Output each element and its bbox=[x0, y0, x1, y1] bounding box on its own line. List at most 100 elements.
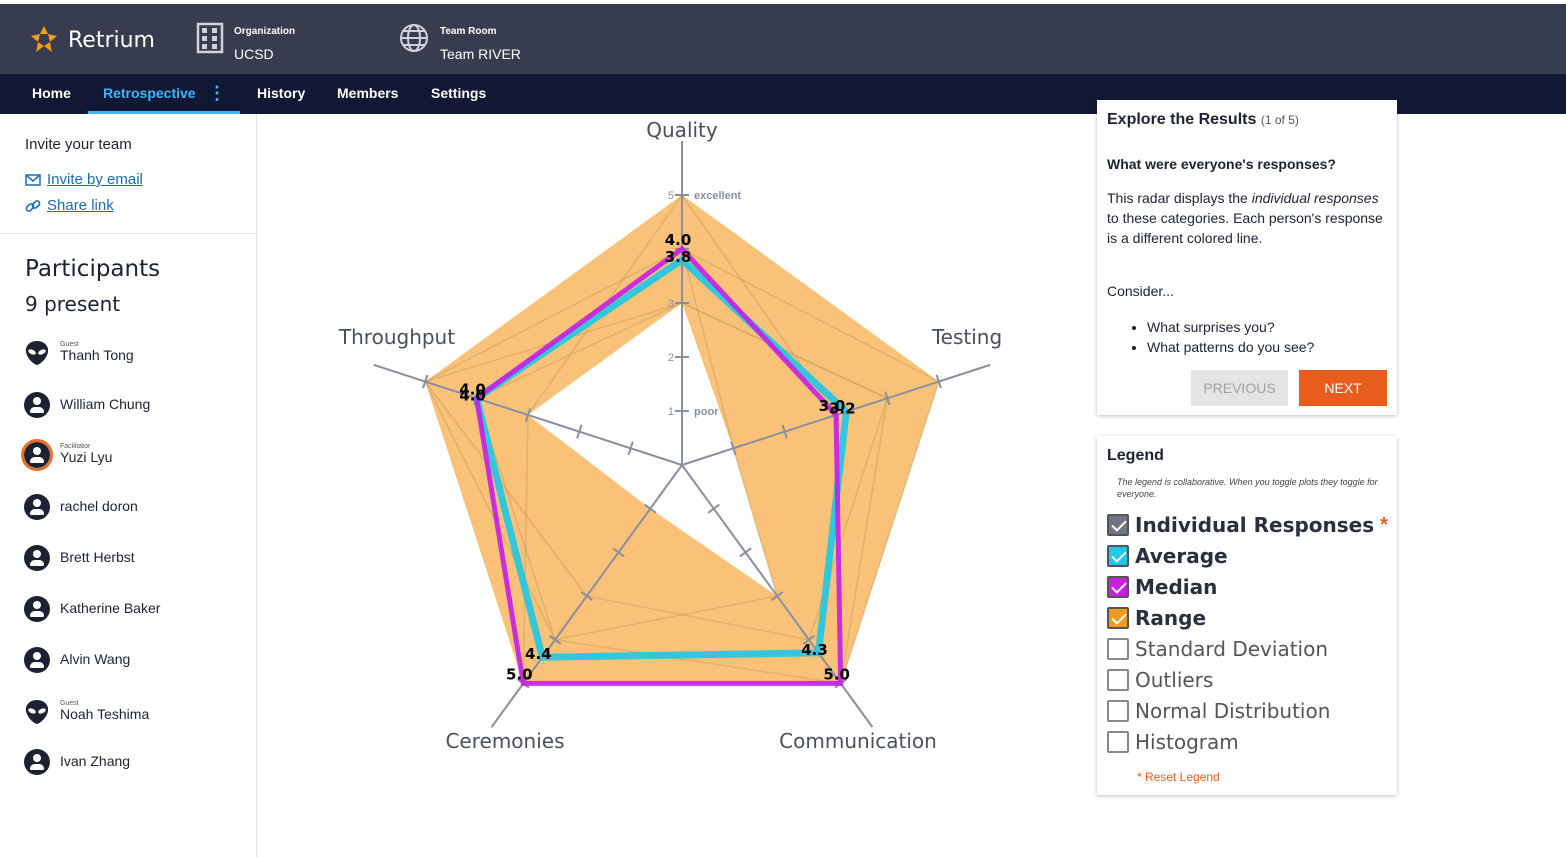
team-room-selector[interactable]: Team Room Team RIVER bbox=[398, 22, 521, 62]
legend-label: Standard Deviation bbox=[1135, 637, 1329, 661]
median-value-label: 4.0 bbox=[665, 231, 692, 249]
participant-item[interactable]: Ivan Zhang bbox=[24, 749, 130, 775]
legend-item[interactable]: Normal Distribution bbox=[1107, 699, 1330, 723]
nav-retrospective[interactable]: Retrospective ⋮ bbox=[88, 74, 240, 114]
legend-checkbox[interactable] bbox=[1107, 607, 1129, 629]
legend-checkbox[interactable] bbox=[1107, 638, 1129, 660]
participant-item[interactable]: rachel doron bbox=[24, 494, 138, 520]
legend-item[interactable]: Histogram bbox=[1107, 730, 1239, 754]
share-link-label: Share link bbox=[47, 197, 114, 214]
explore-title-row: Explore the Results (1 of 5) bbox=[1107, 111, 1299, 129]
user-avatar-icon bbox=[24, 392, 50, 418]
participant-name: Brett Herbst bbox=[60, 549, 135, 565]
legend-label: Histogram bbox=[1135, 730, 1239, 754]
legend-item[interactable]: Individual Responses * bbox=[1107, 513, 1388, 537]
invite-by-email-link[interactable]: Invite by email bbox=[25, 171, 143, 188]
app-name: Retrium bbox=[68, 27, 155, 53]
user-avatar-icon bbox=[24, 647, 50, 673]
scale-tick-label: 5 bbox=[668, 190, 674, 202]
org-label: Organization bbox=[234, 26, 296, 37]
legend-checkbox[interactable] bbox=[1107, 669, 1129, 691]
nav-history[interactable]: History bbox=[257, 74, 305, 114]
previous-button[interactable]: PREVIOUS bbox=[1191, 370, 1288, 406]
explore-bullet: What surprises you? bbox=[1147, 317, 1314, 337]
legend-checkbox[interactable] bbox=[1107, 731, 1129, 753]
category-label: Testing bbox=[931, 325, 1002, 349]
participant-item[interactable]: William Chung bbox=[24, 392, 150, 418]
link-icon bbox=[25, 199, 41, 212]
nav-settings[interactable]: Settings bbox=[431, 74, 486, 114]
envelope-icon bbox=[25, 173, 41, 186]
explore-title: Explore the Results bbox=[1107, 111, 1257, 128]
legend-item[interactable]: Outliers bbox=[1107, 668, 1213, 692]
participant-name: Alvin Wang bbox=[60, 651, 131, 667]
retrium-logo-icon bbox=[31, 26, 57, 52]
next-button[interactable]: NEXT bbox=[1299, 370, 1387, 406]
user-avatar-icon bbox=[24, 596, 50, 622]
average-value-label: 4.4 bbox=[525, 645, 552, 663]
nav-home[interactable]: Home bbox=[32, 74, 71, 114]
alien-icon bbox=[25, 700, 49, 724]
brand[interactable]: Retrium bbox=[28, 24, 155, 56]
legend-item[interactable]: Average bbox=[1107, 544, 1228, 568]
participant-item[interactable]: Alvin Wang bbox=[24, 647, 130, 673]
explore-bullet: What patterns do you see? bbox=[1147, 337, 1314, 357]
explore-counter: (1 of 5) bbox=[1260, 113, 1299, 127]
explore-bullets: What surprises you? What patterns do you… bbox=[1147, 317, 1314, 357]
legend-checkbox[interactable] bbox=[1107, 514, 1129, 536]
participant-item[interactable]: Facilitator Yuzi Lyu bbox=[21, 439, 113, 471]
participant-name: Yuzi Lyu bbox=[60, 449, 113, 465]
legend-item[interactable]: Standard Deviation bbox=[1107, 637, 1328, 661]
participant-name: Noah Teshima bbox=[60, 706, 150, 722]
category-label: Ceremonies bbox=[445, 729, 564, 753]
legend-checkbox[interactable] bbox=[1107, 576, 1129, 598]
scale-tick-label: 3 bbox=[668, 298, 674, 310]
participant-item[interactable]: Guest Noah Teshima bbox=[24, 699, 149, 725]
radar-chart: 1 poor235 excellent3.83.24.34.44.04.03.05.… bbox=[338, 118, 1002, 753]
explore-body-post: to these categories. Each person's respo… bbox=[1107, 210, 1383, 246]
explore-consider: Consider... bbox=[1107, 283, 1174, 299]
legend-checkbox[interactable] bbox=[1107, 700, 1129, 722]
building-icon bbox=[196, 22, 224, 54]
legend-label: Normal Distribution bbox=[1135, 699, 1331, 723]
participant-name: Thanh Tong bbox=[60, 347, 134, 363]
explore-body-em: individual responses bbox=[1251, 190, 1379, 206]
legend-title: Legend bbox=[1107, 447, 1164, 464]
legend-item[interactable]: Range bbox=[1107, 606, 1206, 630]
globe-icon bbox=[400, 24, 428, 52]
participant-item[interactable]: Guest Thanh Tong bbox=[24, 340, 134, 366]
nav-retrospective-label: Retrospective bbox=[103, 85, 196, 101]
required-asterisk: * bbox=[1380, 513, 1388, 536]
explore-results-card: Explore the Results (1 of 5) What were e… bbox=[1097, 100, 1397, 415]
reset-legend-link[interactable]: * Reset Legend bbox=[1137, 770, 1220, 784]
more-vertical-icon[interactable]: ⋮ bbox=[208, 74, 226, 112]
sidebar: Invite your team Invite by email Share l… bbox=[0, 114, 257, 857]
nav-members[interactable]: Members bbox=[337, 74, 398, 114]
scale-word-label: poor bbox=[694, 406, 719, 418]
legend-label: Range bbox=[1135, 606, 1207, 630]
org-value: UCSD bbox=[234, 46, 274, 62]
user-avatar-icon bbox=[24, 545, 50, 571]
explore-body-pre: This radar displays the bbox=[1107, 190, 1252, 206]
organization-selector[interactable]: Organization UCSD bbox=[196, 22, 295, 62]
median-value-label: 5.0 bbox=[506, 665, 533, 683]
share-link[interactable]: Share link bbox=[25, 197, 114, 214]
participant-name: William Chung bbox=[60, 396, 151, 412]
user-avatar-icon bbox=[21, 439, 53, 471]
participant-item[interactable]: Brett Herbst bbox=[24, 545, 135, 571]
median-value-label: 5.0 bbox=[823, 665, 850, 683]
radar-axis-tick bbox=[739, 547, 752, 558]
median-value-label: 3.0 bbox=[819, 397, 846, 415]
category-label: Communication bbox=[779, 729, 937, 753]
legend-note: The legend is collaborative. When you to… bbox=[1117, 477, 1378, 499]
top-bar: Retrium Organization UCSD Team Room Team… bbox=[0, 0, 1566, 74]
scale-tick-label: 2 bbox=[668, 352, 674, 364]
participants-count: 9 present bbox=[25, 292, 121, 316]
participant-item[interactable]: Katherine Baker bbox=[24, 596, 160, 622]
category-label: Throughput bbox=[338, 325, 455, 349]
participant-name: rachel doron bbox=[60, 498, 138, 514]
legend-item[interactable]: Median bbox=[1107, 575, 1217, 599]
legend-card: Legend The legend is collaborative. When… bbox=[1097, 436, 1397, 795]
alien-icon bbox=[25, 341, 49, 365]
legend-checkbox[interactable] bbox=[1107, 545, 1129, 567]
